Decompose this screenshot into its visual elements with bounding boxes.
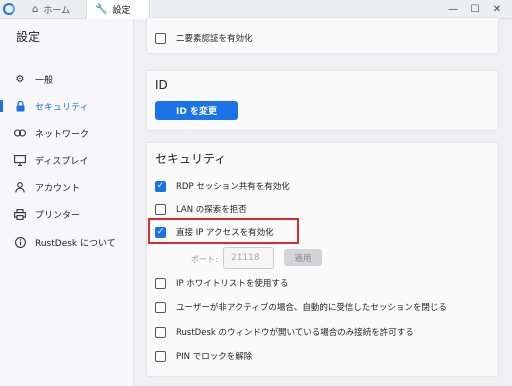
auto-close-label: ユーザーが非アクティブの場合、自動的に受信したセッションを閉じる bbox=[176, 303, 447, 313]
printer-icon bbox=[13, 208, 27, 220]
change-id-button[interactable]: ID を変更 bbox=[155, 101, 238, 120]
two-factor-card: 二要素認証を有効化 bbox=[146, 17, 499, 54]
deny-lan-label: LAN の探索を拒否 bbox=[176, 205, 247, 215]
sidebar-item-label: セキュリティ bbox=[35, 102, 89, 113]
sidebar-item-security[interactable]: セキュリティ bbox=[0, 96, 134, 116]
link-icon bbox=[13, 129, 27, 137]
pin-unlock-row[interactable]: PIN でロックを解除 bbox=[155, 348, 252, 364]
settings-content: 二要素認証を有効化 ID ID を変更 セキュリティ ✓ RDP セッション共有… bbox=[134, 17, 512, 386]
wrench-icon: 🔧 bbox=[95, 4, 108, 15]
gear-icon: ⚙ bbox=[15, 73, 25, 85]
sidebar-item-account[interactable]: アカウント bbox=[0, 177, 134, 197]
security-card: セキュリティ ✓ RDP セッション共有を有効化 LAN の探索を拒否 ✓ 直接… bbox=[146, 142, 499, 377]
rustdesk-logo-icon bbox=[3, 3, 15, 15]
sidebar-item-label: プリンター bbox=[35, 210, 81, 221]
two-factor-checkbox-row[interactable]: 二要素認証を有効化 bbox=[155, 30, 253, 46]
home-icon: ⌂ bbox=[32, 4, 39, 15]
port-input[interactable]: 21118 bbox=[223, 247, 274, 269]
ip-whitelist-row[interactable]: IP ホワイトリストを使用する bbox=[155, 275, 288, 291]
minimize-button[interactable]: — bbox=[446, 2, 460, 16]
rdp-share-label: RDP セッション共有を有効化 bbox=[176, 182, 290, 192]
close-button[interactable]: ✕ bbox=[490, 2, 504, 16]
rdp-share-checkbox[interactable]: ✓ bbox=[155, 180, 166, 192]
window-open-only-checkbox[interactable] bbox=[155, 326, 166, 338]
sidebar-item-label: ネットワーク bbox=[35, 129, 90, 140]
sidebar-item-label: RustDesk について bbox=[35, 238, 116, 249]
rdp-share-row[interactable]: ✓ RDP セッション共有を有効化 bbox=[155, 178, 290, 194]
deny-lan-row[interactable]: LAN の探索を拒否 bbox=[155, 201, 247, 217]
id-card: ID ID を変更 bbox=[146, 70, 499, 131]
id-heading: ID bbox=[155, 78, 168, 92]
auto-close-checkbox[interactable] bbox=[155, 301, 166, 313]
monitor-icon bbox=[13, 154, 27, 166]
sidebar: 設定 ⚙ 一般 セキュリティ ネットワーク ディスプレイ アカウント プリンター bbox=[0, 19, 134, 386]
auto-close-row[interactable]: ユーザーが非アクティブの場合、自動的に受信したセッションを閉じる bbox=[155, 299, 447, 315]
tab-home[interactable]: ⌂ ホーム bbox=[24, 0, 82, 19]
sidebar-item-printer[interactable]: プリンター bbox=[0, 204, 134, 224]
sidebar-item-about[interactable]: RustDesk について bbox=[0, 232, 134, 252]
apply-button[interactable]: 適用 bbox=[284, 249, 322, 266]
sidebar-item-label: 一般 bbox=[35, 75, 54, 86]
sidebar-item-general[interactable]: ⚙ 一般 bbox=[0, 69, 134, 89]
person-icon bbox=[13, 181, 27, 193]
deny-lan-checkbox[interactable] bbox=[155, 203, 166, 215]
window-open-only-row[interactable]: RustDesk のウィンドウが開いている場合のみ接続を許可する bbox=[155, 324, 414, 340]
sidebar-item-label: アカウント bbox=[35, 183, 81, 194]
port-label: ポート: bbox=[191, 255, 218, 264]
annotation-highlight-box bbox=[148, 218, 299, 244]
pin-unlock-checkbox[interactable] bbox=[155, 350, 166, 362]
two-factor-label: 二要素認証を有効化 bbox=[176, 34, 253, 44]
tab-home-label: ホーム bbox=[43, 6, 71, 16]
security-heading: セキュリティ bbox=[155, 152, 227, 166]
pin-unlock-label: PIN でロックを解除 bbox=[176, 352, 253, 362]
sidebar-item-display[interactable]: ディスプレイ bbox=[0, 150, 134, 170]
lock-icon bbox=[13, 100, 27, 112]
ip-whitelist-checkbox[interactable] bbox=[155, 277, 166, 289]
window-open-only-label: RustDesk のウィンドウが開いている場合のみ接続を許可する bbox=[176, 328, 414, 338]
maximize-button[interactable]: ☐ bbox=[468, 2, 482, 16]
sidebar-title: 設定 bbox=[16, 30, 41, 44]
info-icon bbox=[13, 236, 27, 248]
two-factor-checkbox[interactable] bbox=[155, 32, 166, 44]
tab-settings-label: 設定 bbox=[112, 6, 131, 16]
ip-whitelist-label: IP ホワイトリストを使用する bbox=[176, 279, 289, 289]
sidebar-item-label: ディスプレイ bbox=[35, 156, 89, 167]
sidebar-item-network[interactable]: ネットワーク bbox=[0, 123, 134, 143]
tab-settings[interactable]: 🔧 設定 bbox=[86, 0, 150, 19]
